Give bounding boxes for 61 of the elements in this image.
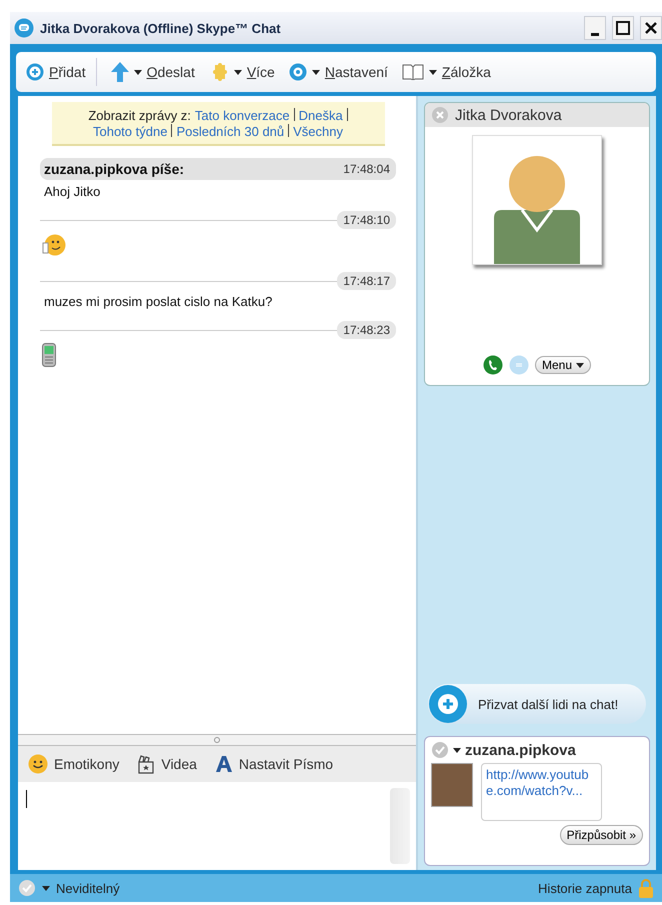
minimize-icon bbox=[591, 32, 599, 36]
filter-link[interactable]: Tohoto týdne bbox=[92, 124, 168, 139]
call-icon[interactable] bbox=[482, 355, 503, 375]
caret-icon bbox=[312, 70, 320, 74]
own-username: zuzana.pipkova bbox=[465, 742, 576, 758]
caret-icon bbox=[234, 70, 242, 74]
window-title: Jitka Dvorakova (Offline) Skype™ Chat bbox=[40, 20, 282, 36]
sender-name: zuzana.pipkova píše: bbox=[44, 161, 184, 177]
message-time: 17:48:10 bbox=[337, 211, 396, 229]
chat-bubble-icon bbox=[14, 18, 34, 38]
book-icon bbox=[402, 64, 424, 80]
settings-icon bbox=[288, 63, 307, 81]
mobile-phone-icon bbox=[42, 343, 56, 367]
toolbar-button[interactable]: Více bbox=[208, 58, 275, 86]
splitter-handle-icon[interactable] bbox=[214, 737, 220, 743]
minimize-button[interactable] bbox=[584, 16, 606, 40]
status-icon bbox=[18, 879, 36, 897]
maximize-icon bbox=[616, 21, 630, 35]
caret-icon bbox=[453, 748, 461, 752]
menu-button[interactable]: Menu bbox=[534, 356, 592, 374]
add-person-icon bbox=[428, 684, 468, 724]
clapperboard-icon bbox=[137, 754, 156, 774]
offline-status-icon bbox=[431, 106, 449, 124]
filter-link[interactable]: Posledních 30 dnů bbox=[176, 124, 284, 139]
close-button[interactable] bbox=[640, 16, 662, 40]
filter-link[interactable]: Dneška bbox=[298, 108, 343, 123]
status-icon bbox=[431, 741, 449, 759]
toolbar-button[interactable]: Nastavení bbox=[288, 58, 388, 86]
mood-message-link[interactable]: http://www.youtube.com/watch?v... bbox=[481, 763, 602, 821]
up-arrow-icon bbox=[110, 62, 129, 82]
history-status: Historie zapnuta bbox=[538, 880, 632, 896]
close-icon bbox=[645, 22, 657, 34]
filter-link[interactable]: Všechny bbox=[293, 124, 344, 139]
photo-placeholder bbox=[431, 763, 473, 807]
format-button[interactable]: Videa bbox=[137, 754, 197, 774]
toolbar-button[interactable]: Záložka bbox=[402, 58, 491, 86]
smiley-icon bbox=[28, 754, 48, 774]
message-time: 17:48:17 bbox=[337, 272, 396, 290]
filter-link[interactable]: Tato konverzace bbox=[194, 108, 290, 123]
invite-button[interactable]: Přizvat další lidi na chat! bbox=[428, 684, 646, 724]
status-button[interactable]: Neviditelný bbox=[18, 879, 120, 897]
format-button[interactable]: Nastavit Písmo bbox=[214, 755, 334, 773]
contact-name: Jitka Dvorakova bbox=[455, 106, 562, 124]
padlock-icon bbox=[638, 878, 654, 898]
caret-icon bbox=[428, 70, 437, 74]
message-text: Ahoj Jitko bbox=[43, 183, 102, 199]
plus-icon bbox=[26, 63, 44, 81]
waving-smiley-icon bbox=[42, 233, 66, 257]
customize-button[interactable]: Přizpůsobit » bbox=[560, 825, 643, 845]
format-button[interactable]: Emotikony bbox=[28, 754, 120, 774]
dropdown-caret-icon bbox=[576, 362, 584, 368]
font-icon bbox=[214, 755, 233, 773]
caret-icon bbox=[134, 70, 142, 74]
caret-icon bbox=[42, 886, 50, 890]
message-time: 17:48:23 bbox=[337, 321, 396, 339]
message-text: muzes mi prosim poslat cislo na Katku? bbox=[43, 293, 274, 309]
toolbar-button[interactable]: Odeslat bbox=[110, 58, 195, 86]
maximize-button[interactable] bbox=[612, 16, 634, 40]
filter-label: Zobrazit zprávy z: bbox=[88, 108, 191, 123]
message-time: 17:48:04 bbox=[343, 162, 390, 176]
toolbar-button[interactable]: Přidat bbox=[26, 58, 97, 86]
